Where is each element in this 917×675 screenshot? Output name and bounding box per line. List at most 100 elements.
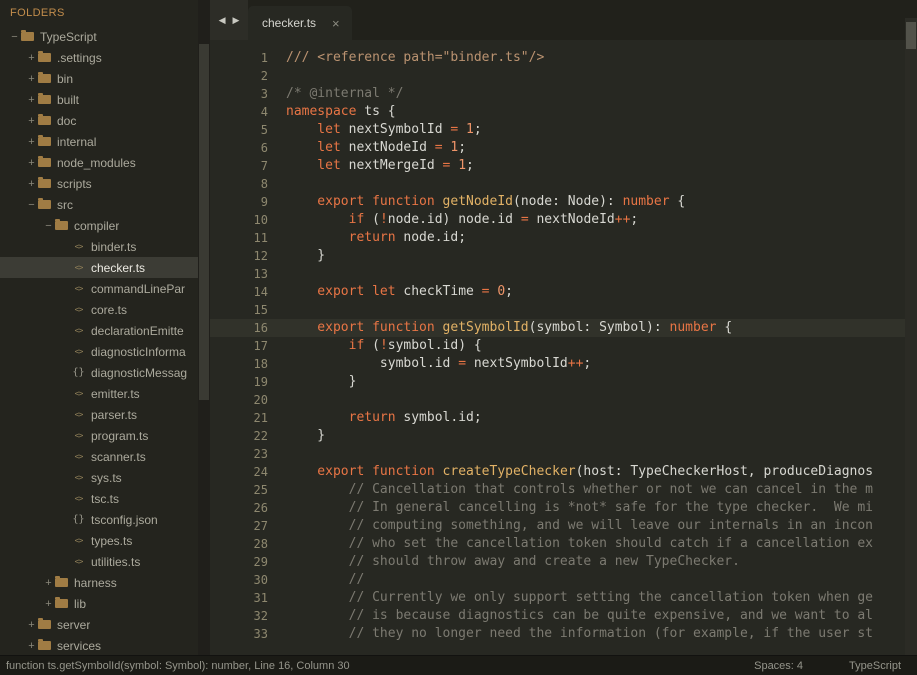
tab-checker-ts[interactable]: checker.ts ×: [248, 6, 352, 40]
line-number: 8: [260, 177, 268, 191]
tree-item-services[interactable]: + services: [0, 635, 198, 655]
tree-item-scanner-ts[interactable]: <> scanner.ts: [0, 446, 198, 467]
tree-item-binder-ts[interactable]: <> binder.ts: [0, 236, 198, 257]
tree-item-diagnosticmessag[interactable]: {} diagnosticMessag: [0, 362, 198, 383]
line-text: //: [286, 572, 365, 587]
code-line-17[interactable]: 17 if (!symbol.id) {: [210, 337, 917, 355]
code-line-6[interactable]: 6 let nextNodeId = 1;: [210, 139, 917, 157]
tree-item-emitter-ts[interactable]: <> emitter.ts: [0, 383, 198, 404]
code-line-29[interactable]: 29 // should throw away and create a new…: [210, 553, 917, 571]
code-line-13[interactable]: 13: [210, 265, 917, 283]
code-line-8[interactable]: 8: [210, 175, 917, 193]
tree-item-doc[interactable]: + doc: [0, 110, 198, 131]
folder-icon: [38, 639, 51, 650]
collapse-icon[interactable]: −: [42, 220, 55, 232]
code-line-32[interactable]: 32 // is because diagnostics can be quit…: [210, 607, 917, 625]
line-text: if (!symbol.id) {: [286, 338, 482, 353]
code-line-18[interactable]: 18 symbol.id = nextSymbolId++;: [210, 355, 917, 373]
tree-item-compiler[interactable]: − compiler: [0, 215, 198, 236]
tree-item-checker-ts[interactable]: <> checker.ts: [0, 257, 198, 278]
line-number: 2: [260, 69, 268, 83]
code-line-21[interactable]: 21 return symbol.id;: [210, 409, 917, 427]
code-line-10[interactable]: 10 if (!node.id) node.id = nextNodeId++;: [210, 211, 917, 229]
tree-item-internal[interactable]: + internal: [0, 131, 198, 152]
editor-scrollbar[interactable]: [905, 18, 917, 655]
code-line-7[interactable]: 7 let nextMergeId = 1;: [210, 157, 917, 175]
code-line-11[interactable]: 11 return node.id;: [210, 229, 917, 247]
code-line-31[interactable]: 31 // Currently we only support setting …: [210, 589, 917, 607]
tree-item-settings[interactable]: + .settings: [0, 47, 198, 68]
expand-icon[interactable]: +: [25, 136, 38, 148]
collapse-icon[interactable]: −: [25, 199, 38, 211]
code-line-30[interactable]: 30 //: [210, 571, 917, 589]
collapse-icon[interactable]: −: [8, 31, 21, 43]
code-line-12[interactable]: 12 }: [210, 247, 917, 265]
expand-icon[interactable]: +: [25, 94, 38, 106]
tree-item-parser-ts[interactable]: <> parser.ts: [0, 404, 198, 425]
code-line-16[interactable]: 16 export function getSymbolId(symbol: S…: [210, 319, 917, 337]
expand-icon[interactable]: +: [25, 640, 38, 652]
code-line-22[interactable]: 22 }: [210, 427, 917, 445]
tree-item-types-ts[interactable]: <> types.ts: [0, 530, 198, 551]
tree-item-bin[interactable]: + bin: [0, 68, 198, 89]
tree-item-declarationemitte[interactable]: <> declarationEmitte: [0, 320, 198, 341]
tree-item-utilities-ts[interactable]: <> utilities.ts: [0, 551, 198, 572]
tree-item-program-ts[interactable]: <> program.ts: [0, 425, 198, 446]
code-line-19[interactable]: 19 }: [210, 373, 917, 391]
code-line-14[interactable]: 14 export let checkTime = 0;: [210, 283, 917, 301]
code-line-3[interactable]: 3 /* @internal */: [210, 85, 917, 103]
code-line-23[interactable]: 23: [210, 445, 917, 463]
code-line-33[interactable]: 33 // they no longer need the informatio…: [210, 625, 917, 643]
history-forward-icon[interactable]: ▶: [233, 15, 240, 26]
expand-icon[interactable]: +: [25, 178, 38, 190]
json-file-icon: {}: [72, 367, 85, 378]
code-line-28[interactable]: 28 // who set the cancellation token sho…: [210, 535, 917, 553]
code-line-25[interactable]: 25 // Cancellation that controls whether…: [210, 481, 917, 499]
tree-item-label: tsconfig.json: [91, 512, 158, 527]
tree-item-tsc-ts[interactable]: <> tsc.ts: [0, 488, 198, 509]
tree-item-lib[interactable]: + lib: [0, 593, 198, 614]
tree-item-tsconfig-json[interactable]: {} tsconfig.json: [0, 509, 198, 530]
tree-item-typescript[interactable]: − TypeScript: [0, 26, 198, 47]
history-back-icon[interactable]: ◀: [219, 15, 226, 26]
expand-icon[interactable]: +: [25, 73, 38, 85]
code-line-20[interactable]: 20: [210, 391, 917, 409]
code-line-26[interactable]: 26 // In general cancelling is *not* saf…: [210, 499, 917, 517]
code-line-1[interactable]: 1 /// <reference path="binder.ts"/>: [210, 49, 917, 67]
code-line-27[interactable]: 27 // computing something, and we will l…: [210, 517, 917, 535]
tree-item-sys-ts[interactable]: <> sys.ts: [0, 467, 198, 488]
tree-item-built[interactable]: + built: [0, 89, 198, 110]
expand-icon[interactable]: +: [25, 115, 38, 127]
code-line-5[interactable]: 5 let nextSymbolId = 1;: [210, 121, 917, 139]
status-language[interactable]: TypeScript: [849, 660, 901, 672]
code-line-24[interactable]: 24 export function createTypeChecker(hos…: [210, 463, 917, 481]
line-number: 6: [260, 141, 268, 155]
expand-icon[interactable]: +: [42, 598, 55, 610]
ts-file-icon: <>: [74, 473, 84, 482]
expand-icon[interactable]: +: [25, 157, 38, 169]
tree-item-src[interactable]: − src: [0, 194, 198, 215]
tree-item-label: .settings: [57, 50, 102, 65]
sidebar-scrollbar-thumb[interactable]: [199, 44, 209, 400]
editor-scrollbar-thumb[interactable]: [906, 22, 916, 49]
code-line-15[interactable]: 15: [210, 301, 917, 319]
tree-item-scripts[interactable]: + scripts: [0, 173, 198, 194]
code-line-4[interactable]: 4 namespace ts {: [210, 103, 917, 121]
tree-item-core-ts[interactable]: <> core.ts: [0, 299, 198, 320]
status-indentation[interactable]: Spaces: 4: [754, 660, 803, 672]
tree-item-node-modules[interactable]: + node_modules: [0, 152, 198, 173]
code-line-9[interactable]: 9 export function getNodeId(node: Node):…: [210, 193, 917, 211]
folders-header: FOLDERS: [10, 7, 65, 19]
tree-item-label: tsc.ts: [91, 491, 120, 506]
tree-item-server[interactable]: + server: [0, 614, 198, 635]
expand-icon[interactable]: +: [42, 577, 55, 589]
tree-item-diagnosticinforma[interactable]: <> diagnosticInforma: [0, 341, 198, 362]
code-editor[interactable]: 1/// <reference path="binder.ts"/> 2 3/* @…: [210, 40, 917, 655]
tab-close-icon[interactable]: ×: [332, 16, 340, 31]
tree-item-harness[interactable]: + harness: [0, 572, 198, 593]
tree-item-commandlinepar[interactable]: <> commandLinePar: [0, 278, 198, 299]
code-line-2[interactable]: 2: [210, 67, 917, 85]
sidebar-scrollbar[interactable]: [198, 0, 210, 655]
expand-icon[interactable]: +: [25, 619, 38, 631]
expand-icon[interactable]: +: [25, 52, 38, 64]
